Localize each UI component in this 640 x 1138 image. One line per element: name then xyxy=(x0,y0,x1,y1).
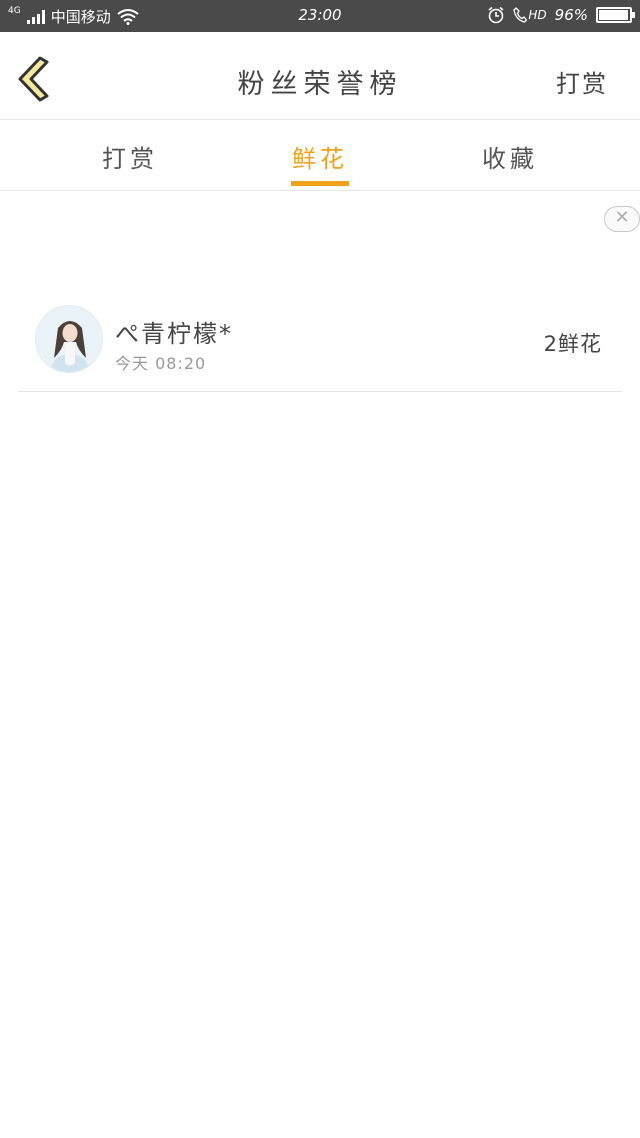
battery-icon xyxy=(596,7,635,23)
list-item[interactable]: ぺ青柠檬* 今天 08:20 2鲜花 xyxy=(18,292,622,392)
alarm-icon xyxy=(488,6,504,24)
close-button[interactable]: ✕ xyxy=(604,206,640,232)
status-right: HD 96% xyxy=(487,6,635,24)
reward-button[interactable]: 打赏 xyxy=(556,64,608,99)
tab-reward[interactable]: 打赏 xyxy=(70,139,190,174)
avatar xyxy=(35,305,103,373)
page-title: 粉丝荣誉榜 xyxy=(237,69,403,100)
hd-call-indicator: HD xyxy=(513,7,547,23)
tab-flowers[interactable]: 鲜花 xyxy=(260,139,380,174)
tab-bar: 打赏 鲜花 收藏 xyxy=(0,121,640,191)
timestamp: 今天 08:20 xyxy=(115,354,207,373)
phone-icon xyxy=(513,7,528,23)
battery-percent: 96% xyxy=(554,6,588,24)
active-tab-indicator xyxy=(291,181,349,186)
hd-label: HD xyxy=(528,8,547,22)
header: 粉丝荣誉榜 打赏 xyxy=(0,32,640,120)
flower-count: 2鲜花 xyxy=(543,332,602,356)
user-name: ぺ青柠檬* xyxy=(115,320,233,348)
tab-favorites[interactable]: 收藏 xyxy=(450,139,570,174)
close-icon: ✕ xyxy=(614,207,630,228)
status-bar: 4G 中国移动 23:00 HD 96% xyxy=(0,0,640,32)
